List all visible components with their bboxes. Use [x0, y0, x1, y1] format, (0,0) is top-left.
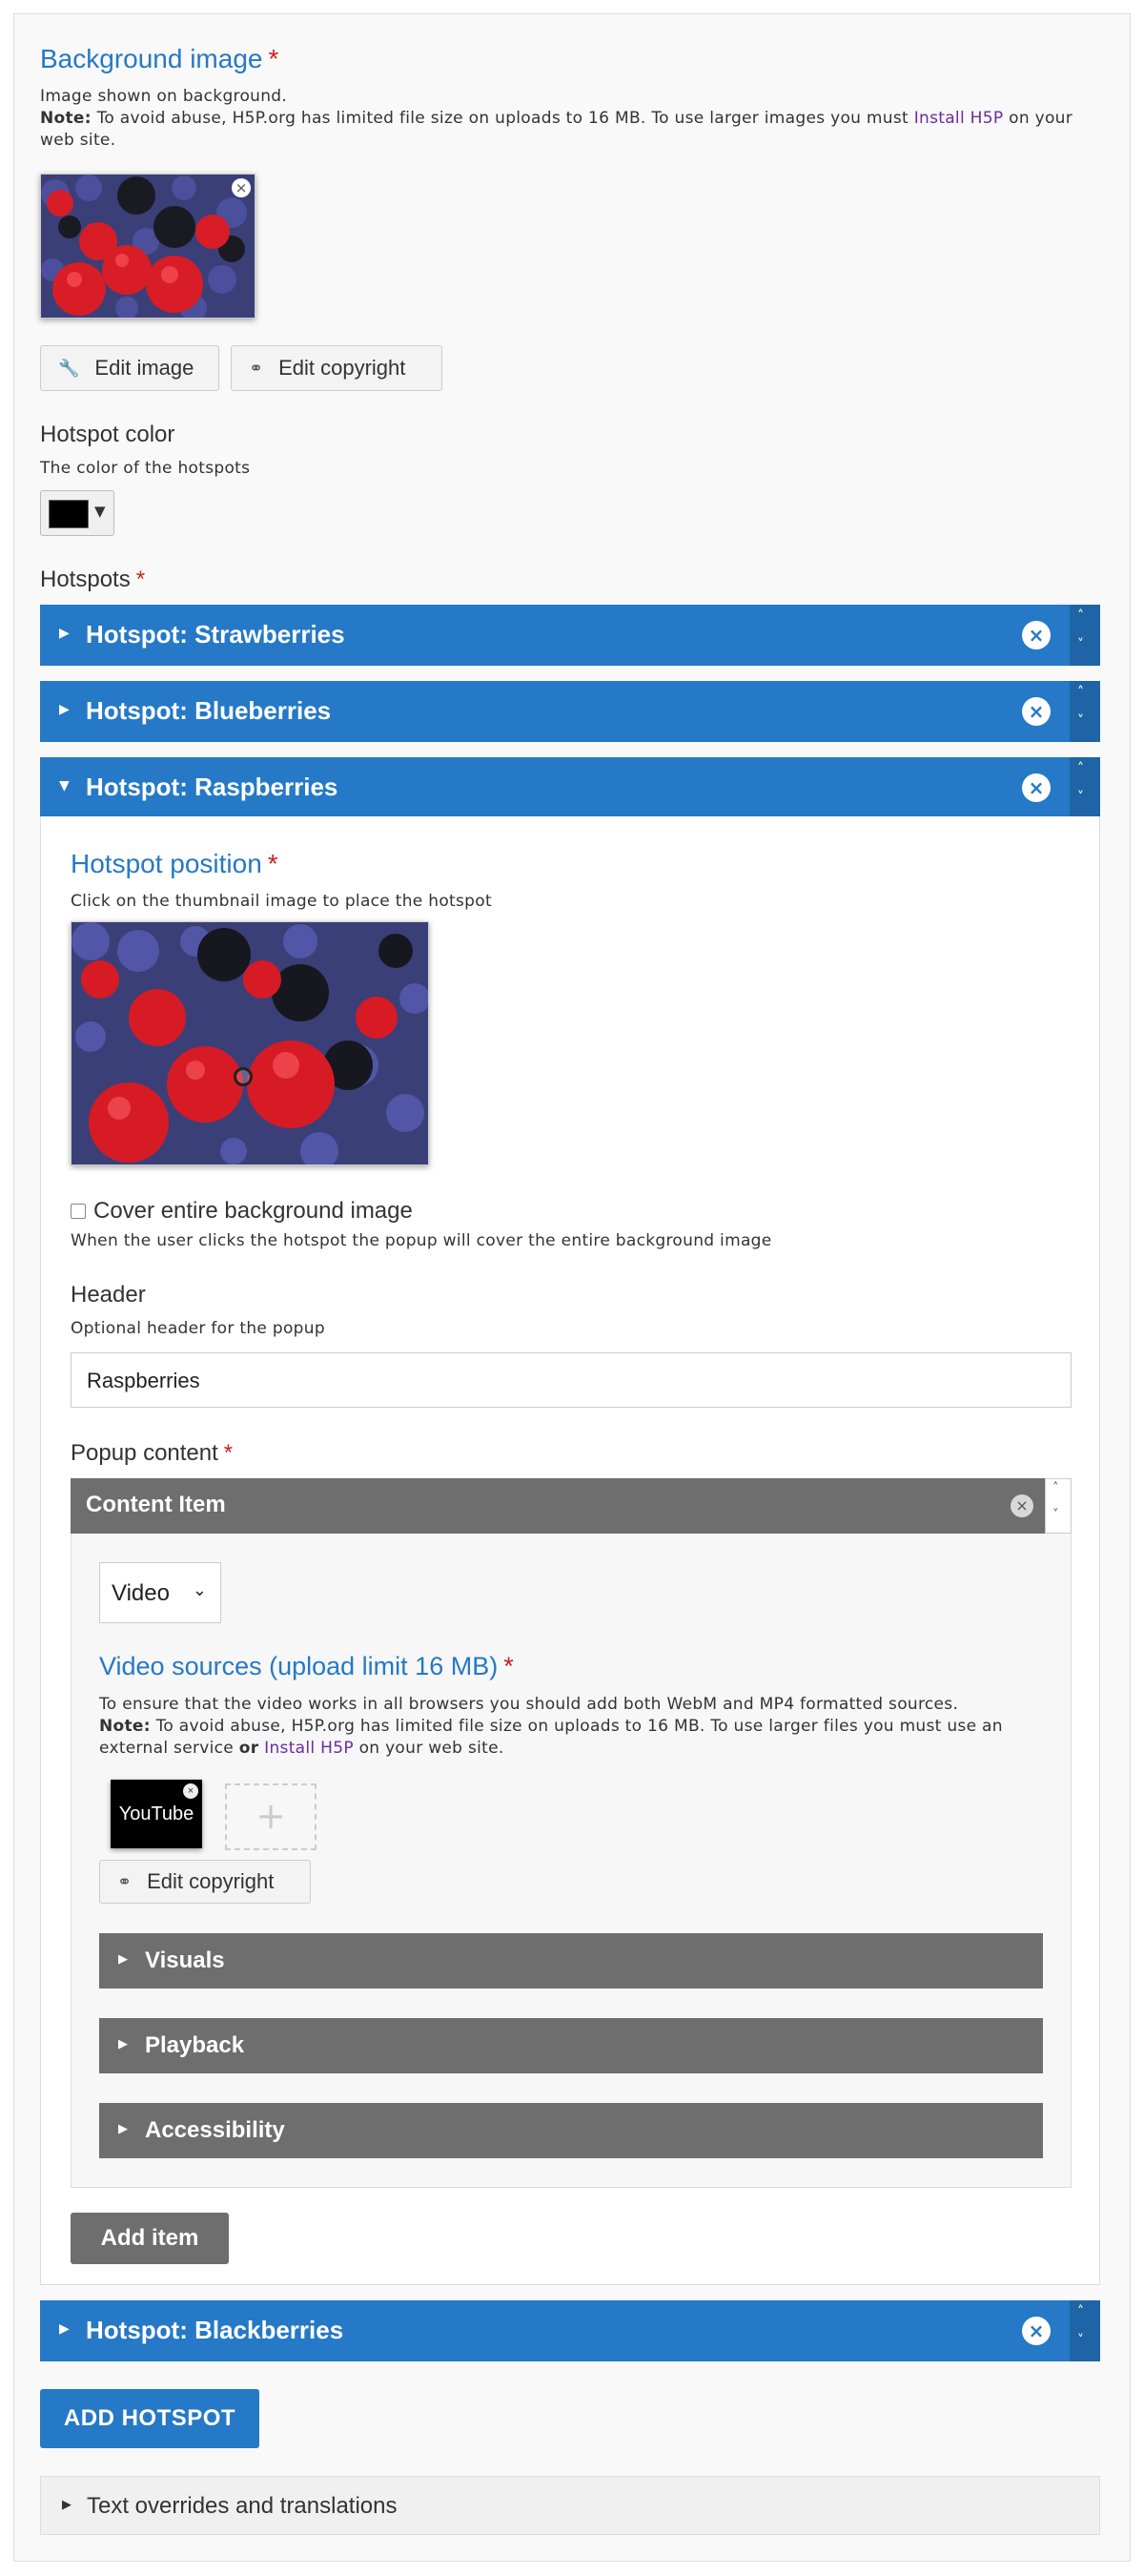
reorder-controls: ˄ ˅	[1070, 605, 1100, 666]
content-item-header[interactable]: Content Item × ˄ ˅	[71, 1478, 1072, 1534]
move-up-icon[interactable]: ˄	[1052, 1481, 1059, 1495]
header-input[interactable]: Raspberries	[71, 1352, 1072, 1408]
background-image-thumbnail[interactable]: ×	[40, 174, 255, 319]
hotspot-color-picker[interactable]: ▼	[40, 490, 114, 536]
remove-content-item-icon[interactable]: ×	[1011, 1494, 1033, 1517]
move-up-icon[interactable]: ˄	[1077, 761, 1084, 776]
berries-image	[72, 922, 428, 1164]
accessibility-section[interactable]: ▶ Accessibility	[99, 2103, 1043, 2158]
hotspot-position-description: Click on the thumbnail image to place th…	[71, 892, 492, 911]
header-description: Optional header for the popup	[71, 1319, 325, 1338]
popup-content-label: Popup content *	[71, 1440, 234, 1466]
text-overrides-section[interactable]: ▶ Text overrides and translations	[40, 2476, 1100, 2535]
remove-source-icon[interactable]: ×	[183, 1783, 198, 1799]
berries-image	[41, 175, 255, 318]
add-video-source-button[interactable]: +	[225, 1783, 317, 1850]
caret-right-icon: ▶	[118, 1952, 128, 1967]
cover-background-description: When the user clicks the hotspot the pop…	[71, 1231, 772, 1250]
remove-hotspot-icon[interactable]: ×	[1022, 697, 1051, 726]
move-up-icon[interactable]: ˄	[1077, 608, 1084, 624]
hotspot-header-blackberries[interactable]: ▶ Hotspot: Blackberries × ˄ ˅	[40, 2300, 1100, 2361]
cover-background-label: Cover entire background image	[93, 1198, 413, 1224]
hotspot-color-description: The color of the hotspots	[40, 459, 251, 478]
move-down-icon[interactable]: ˅	[1077, 790, 1084, 805]
remove-hotspot-icon[interactable]: ×	[1022, 2317, 1051, 2345]
hotspot-color-label: Hotspot color	[40, 422, 175, 447]
caret-right-icon: ▶	[62, 2498, 72, 2512]
move-up-icon[interactable]: ˄	[1077, 2304, 1084, 2319]
reorder-controls: ˄ ˅	[1070, 681, 1100, 742]
remove-hotspot-icon[interactable]: ×	[1022, 773, 1051, 802]
edit-copyright-video-button[interactable]: ⚭ Edit copyright	[99, 1860, 311, 1904]
reorder-controls: ˄ ˅	[1070, 2300, 1100, 2361]
wrench-icon: 🔧	[58, 358, 80, 378]
video-sources-description: To ensure that the video works in all br…	[99, 1695, 1003, 1758]
background-image-description: Image shown on background. Note: To avoid…	[40, 87, 1073, 150]
move-up-icon[interactable]: ˄	[1077, 685, 1084, 700]
hotspot-header-blueberries[interactable]: ▶ Hotspot: Blueberries × ˄ ˅	[40, 681, 1100, 742]
move-down-icon[interactable]: ˅	[1052, 1508, 1059, 1522]
edit-image-button[interactable]: 🔧 Edit image	[40, 345, 219, 391]
edit-copyright-button[interactable]: ⚭ Edit copyright	[231, 345, 442, 391]
cover-background-checkbox[interactable]	[71, 1204, 86, 1219]
hotspot-header-strawberries[interactable]: ▶ Hotspot: Strawberries × ˄ ˅	[40, 605, 1100, 666]
caret-right-icon: ▶	[59, 626, 70, 641]
install-h5p-link[interactable]: Install H5P	[264, 1739, 354, 1758]
caret-down-icon: ▼	[94, 503, 106, 520]
caret-down-icon: ▼	[59, 778, 70, 793]
hotspot-position-title: Hotspot position *	[71, 849, 278, 878]
playback-section[interactable]: ▶ Playback	[99, 2018, 1043, 2073]
hotspot-marker[interactable]	[234, 1067, 253, 1086]
video-sources-title: Video sources (upload limit 16 MB) *	[99, 1652, 514, 1680]
caret-right-icon: ▶	[59, 2321, 70, 2337]
remove-image-icon[interactable]: ×	[232, 178, 251, 197]
background-image-title: Background image *	[40, 44, 279, 73]
hotspot-position-image[interactable]	[71, 921, 429, 1165]
move-down-icon[interactable]: ˅	[1077, 2333, 1084, 2348]
hotspot-header-raspberries[interactable]: ▼ Hotspot: Raspberries × ˄ ˅	[40, 757, 1100, 818]
content-type-select[interactable]: Video ⌄	[99, 1562, 221, 1623]
header-label: Header	[71, 1282, 146, 1308]
add-hotspot-button[interactable]: ADD HOTSPOT	[40, 2389, 259, 2448]
caret-right-icon: ▶	[118, 2037, 128, 2051]
hotspots-label: Hotspots *	[40, 567, 146, 592]
youtube-source-thumbnail[interactable]: YouTube ×	[111, 1780, 202, 1848]
caret-right-icon: ▶	[59, 702, 70, 717]
caret-right-icon: ▶	[118, 2122, 128, 2136]
reorder-controls: ˄ ˅	[1045, 1478, 1072, 1534]
color-swatch	[49, 500, 89, 528]
add-item-button[interactable]: Add item	[71, 2213, 229, 2264]
handshake-icon: ⚭	[249, 358, 264, 378]
move-down-icon[interactable]: ˅	[1077, 637, 1084, 652]
remove-hotspot-icon[interactable]: ×	[1022, 621, 1051, 649]
handshake-icon: ⚭	[117, 1871, 133, 1891]
chevron-down-icon: ⌄	[192, 1580, 207, 1599]
visuals-section[interactable]: ▶ Visuals	[99, 1933, 1043, 1989]
move-down-icon[interactable]: ˅	[1077, 713, 1084, 729]
install-h5p-link[interactable]: Install H5P	[914, 109, 1004, 128]
reorder-controls: ˄ ˅	[1070, 757, 1100, 818]
